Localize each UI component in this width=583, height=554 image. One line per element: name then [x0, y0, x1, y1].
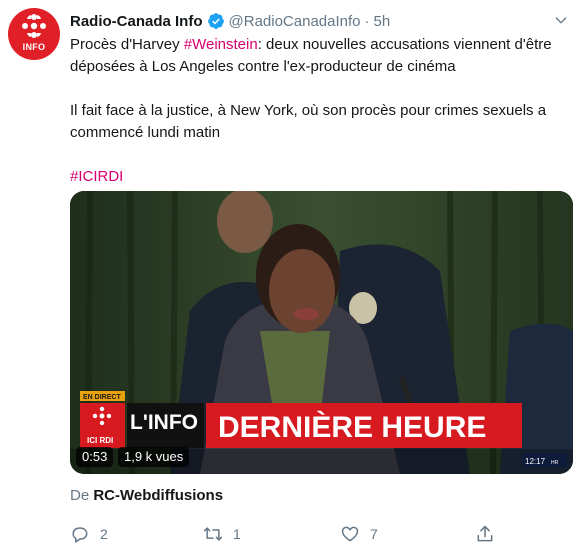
- retweet-count: 1: [233, 526, 241, 542]
- radio-canada-gem-icon: [22, 14, 46, 38]
- breaking-banner: DERNIÈRE HEURE: [218, 410, 486, 444]
- source-attribution: De RC-Webdiffusions: [70, 487, 223, 504]
- avatar-label: INFO: [22, 42, 46, 52]
- tweet-text: Procès d'Harvey #Weinstein: deux nouvell…: [70, 34, 570, 188]
- channel-label: ICI RDI: [87, 436, 113, 445]
- retweet-icon: [203, 527, 223, 541]
- text-segment: Procès d'Harvey: [70, 36, 184, 53]
- hashtag-icirdi[interactable]: #ICIRDI: [70, 168, 123, 185]
- tweet-paragraph-2: Il fait face à la justice, à New York, o…: [70, 102, 547, 141]
- tweet-paragraph-1: Procès d'Harvey #Weinstein: deux nouvell…: [70, 34, 570, 78]
- source-prefix: De: [70, 487, 94, 504]
- like-icon: [341, 526, 359, 542]
- retweet-button[interactable]: 1: [203, 522, 241, 546]
- reply-icon: [72, 527, 88, 543]
- hashtag-weinstein[interactable]: #Weinstein: [184, 36, 258, 53]
- reply-button[interactable]: 2: [70, 522, 108, 546]
- reply-count: 2: [100, 526, 108, 542]
- author-handle[interactable]: @RadioCanadaInfo: [229, 13, 361, 30]
- like-count: 7: [370, 526, 378, 542]
- source-link[interactable]: RC-Webdiffusions: [93, 487, 223, 504]
- show-label: L'INFO: [130, 411, 198, 434]
- video-duration: 0:53: [76, 447, 114, 467]
- like-button[interactable]: 7: [340, 522, 378, 546]
- separator-dot: ·: [364, 12, 370, 30]
- share-icon: [477, 525, 493, 542]
- tweet-header: Radio-Canada Info @RadioCanadaInfo · 5h: [70, 10, 390, 32]
- video-clock-suffix: HR: [551, 460, 559, 466]
- live-badge: EN DIRECT: [83, 394, 121, 401]
- verified-badge-icon: [207, 13, 224, 29]
- tweet-card[interactable]: INFO Radio-Canada Info @RadioCanadaInfo …: [0, 0, 583, 554]
- caret-down-icon[interactable]: [553, 12, 569, 28]
- avatar[interactable]: INFO: [8, 8, 60, 60]
- video-frame: EN DIRECT ICI RDI L'INFO DERNIÈRE HEURE …: [70, 191, 573, 474]
- tweet-time[interactable]: 5h: [374, 13, 391, 30]
- video-clock: 12:17: [525, 457, 546, 466]
- author-display-name[interactable]: Radio-Canada Info: [70, 13, 203, 30]
- video-player[interactable]: EN DIRECT ICI RDI L'INFO DERNIÈRE HEURE …: [70, 191, 573, 474]
- share-button[interactable]: [475, 522, 495, 546]
- tweet-actions: 2 1 7: [70, 522, 510, 546]
- video-views: 1,9 k vues: [118, 447, 190, 467]
